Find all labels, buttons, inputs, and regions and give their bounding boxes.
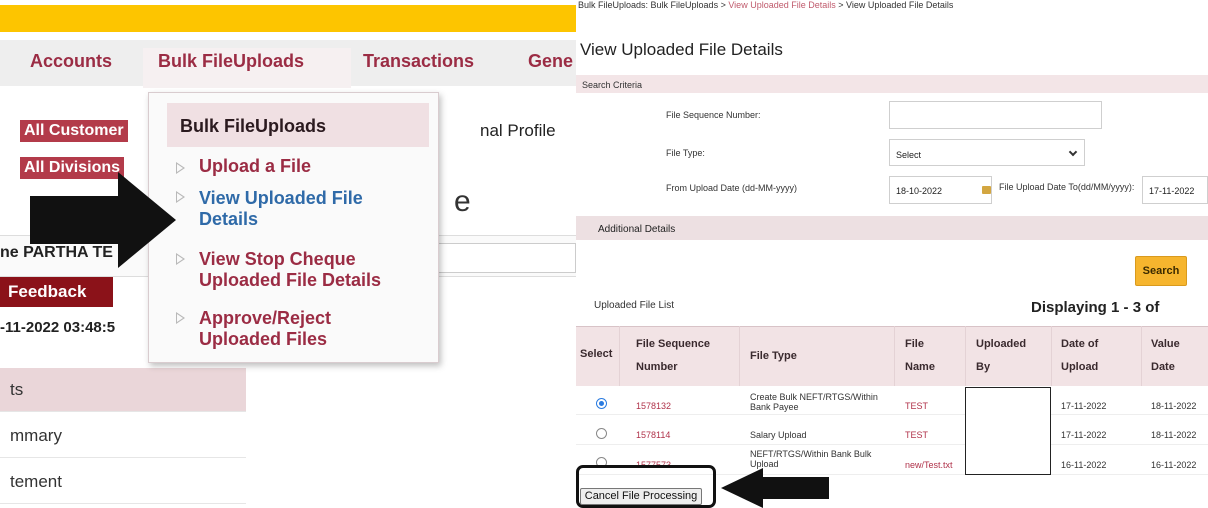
additional-details-toggle[interactable]: Additional Details [576,216,1208,240]
file-seq-label: File Sequence Number: [666,110,761,120]
from-date-value: 18-10-2022 [896,186,943,196]
pagination-info: Displaying 1 - 3 of [1031,299,1160,316]
triangle-icon [176,312,185,324]
file-seq-input[interactable] [889,101,1102,129]
col-date-line2: Upload [1061,361,1099,373]
col-select: Select [580,348,613,360]
col-name-line2: Name [905,361,935,373]
redacted-uploaded-by [965,387,1051,475]
top-brand-bar [0,5,576,32]
menu-view-uploaded-file-details[interactable]: View Uploaded File Details [199,188,419,230]
table-row[interactable] [576,417,1208,445]
dropdown-header: Bulk FileUploads [167,103,429,147]
row-file-type: Salary Upload [750,430,807,440]
from-date-input[interactable]: 18-10-2022 [889,176,992,204]
feedback-button[interactable]: Feedback [0,277,113,307]
col-uploaded-line2: By [976,361,991,373]
left-screenshot: Accounts Bulk FileUploads Transactions G… [0,0,576,508]
row-seq[interactable]: 1578114 [636,430,670,440]
row-upload-date: 16-11-2022 [1061,460,1107,470]
breadcrumb-separator: > [838,0,844,10]
row-value-date: 18-11-2022 [1151,430,1197,440]
col-name-line1: File [905,338,924,350]
nav-bulk-fileuploads[interactable]: Bulk FileUploads [158,51,304,72]
menu-view-stop-cheque[interactable]: View Stop Cheque Uploaded File Details [199,249,429,291]
file-type-select[interactable]: Select [889,139,1085,166]
row-seq[interactable]: 1578132 [636,401,671,411]
breadcrumb-root: Bulk FileUploads: Bulk FileUploads > [578,0,726,10]
last-login-text: -11-2022 03:48:5 [0,319,116,336]
row-file-name[interactable]: new/Test.txt [905,460,953,470]
nav-general[interactable]: Gene [528,51,573,72]
row-upload-date: 17-11-2022 [1061,430,1107,440]
col-seq-line1: File Sequence [636,338,710,350]
info-strip-field [428,243,576,273]
side-menu-accounts[interactable]: ts [0,368,246,412]
menu-approve-reject[interactable]: Approve/Reject Uploaded Files [199,308,399,350]
column-divider [1051,326,1052,386]
right-screenshot: Bulk FileUploads: Bulk FileUploads > Vie… [576,0,1208,508]
menu-upload-file[interactable]: Upload a File [199,156,311,177]
calendar-icon[interactable] [982,186,991,194]
column-divider [619,326,620,386]
file-type-value: Select [896,150,922,160]
all-customer-label[interactable]: All Customer [20,120,128,142]
bulk-fileuploads-dropdown: Bulk FileUploads Upload a File View Uplo… [148,92,439,363]
col-file-type: File Type [750,350,797,362]
column-divider [894,326,895,386]
page-heading-fragment: e [454,185,471,218]
nav-transactions[interactable]: Transactions [363,51,474,72]
file-type-label: File Type: [666,148,705,158]
cancel-file-processing-button[interactable]: Cancel File Processing [580,488,702,505]
profile-text: nal Profile [480,121,556,140]
side-menu-statement[interactable]: tement [0,460,246,504]
breadcrumb-link[interactable]: View Uploaded File Details [728,0,835,10]
row-value-date: 16-11-2022 [1151,460,1197,470]
breadcrumb: Bulk FileUploads: Bulk FileUploads > Vie… [578,0,953,10]
row-select-radio[interactable] [596,428,607,439]
search-button[interactable]: Search [1135,256,1187,286]
row-value-date: 18-11-2022 [1151,401,1197,411]
row-select-radio[interactable] [596,398,607,409]
row-file-name[interactable]: TEST [905,430,928,440]
to-date-input[interactable]: 17-11-2022 [1142,176,1208,204]
uploaded-file-list-title: Uploaded File List [594,300,675,311]
breadcrumb-current: View Uploaded File Details [846,0,954,10]
to-date-label: File Upload Date To(dd/MM/yyyy): [999,182,1135,192]
col-value-line1: Value [1151,338,1180,350]
nav-accounts[interactable]: Accounts [30,51,112,72]
row-file-name[interactable]: TEST [905,401,928,411]
col-date-line1: Date of [1061,338,1099,350]
col-uploaded-line1: Uploaded [976,338,1027,350]
column-divider [739,326,740,386]
row-file-type: NEFT/RTGS/Within Bank Bulk Upload [750,449,872,469]
pointer-arrow-icon [30,172,176,268]
pointer-arrow-icon [721,468,829,508]
column-divider [965,326,966,386]
search-criteria-bar: Search Criteria [576,75,1208,93]
col-seq-line2: Number [636,361,678,373]
side-menu-summary[interactable]: mmary [0,414,246,458]
page-title: View Uploaded File Details [580,40,783,59]
col-value-line2: Date [1151,361,1175,373]
row-upload-date: 17-11-2022 [1061,401,1107,411]
from-date-label: From Upload Date (dd-MM-yyyy) [666,183,798,193]
column-divider [1141,326,1142,386]
chevron-down-icon [1068,147,1078,157]
row-file-type: Create Bulk NEFT/RTGS/Within Bank Payee [750,392,878,412]
